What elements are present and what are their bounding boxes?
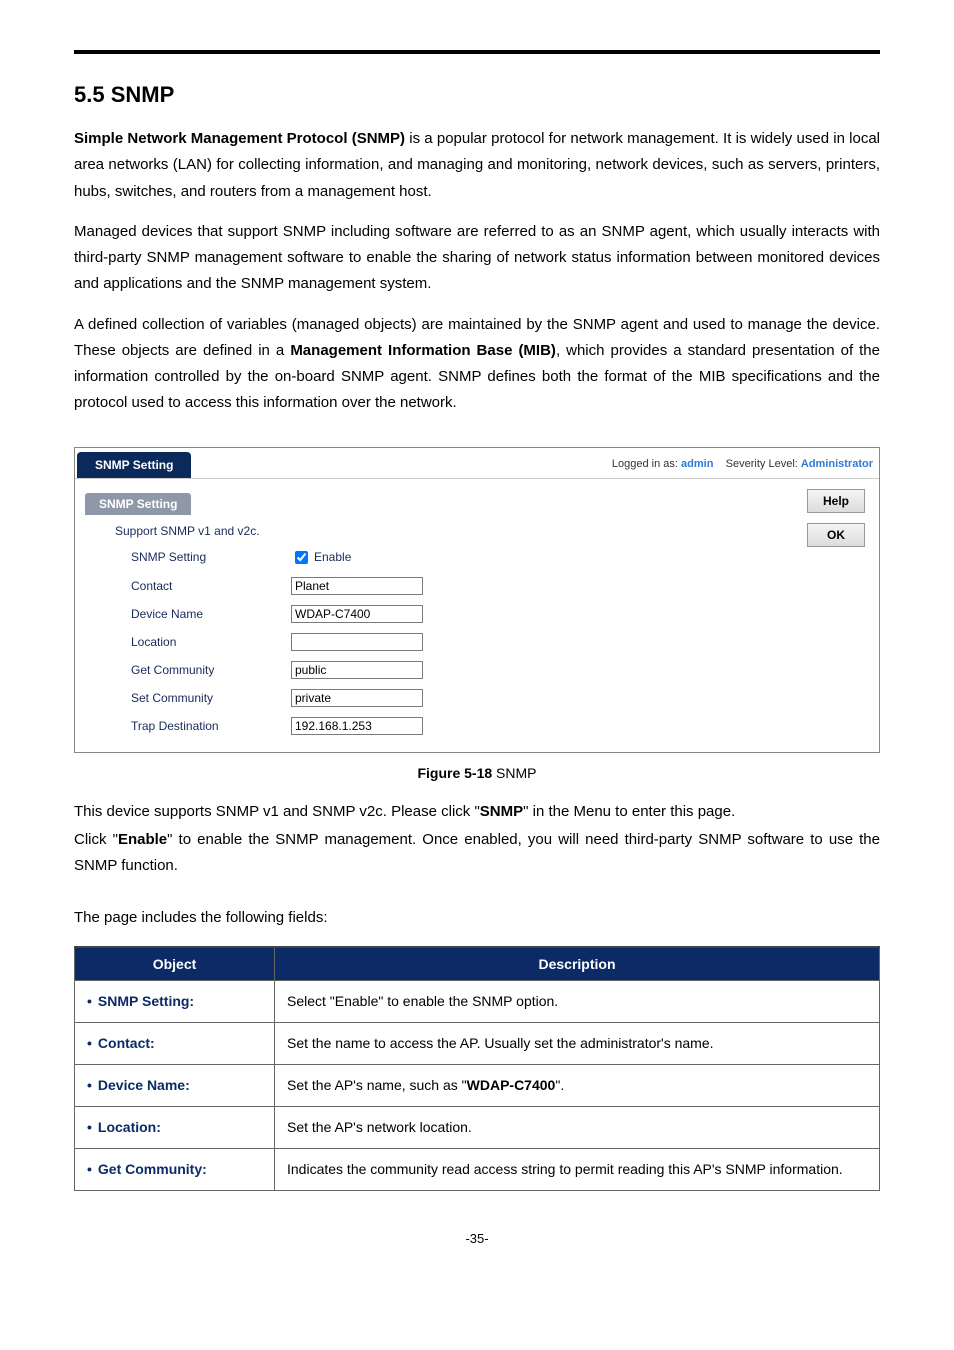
paragraph-2: Managed devices that support SNMP includ… <box>74 219 880 298</box>
get-community-input[interactable] <box>291 661 423 679</box>
set-community-label: Set Community <box>131 691 291 705</box>
post1-a: This device supports SNMP v1 and SNMP v2… <box>74 803 480 820</box>
obj-desc: Set the name to access the AP. Usually s… <box>275 1022 880 1064</box>
location-input[interactable] <box>291 633 423 651</box>
paragraph-1: Simple Network Management Protocol (SNMP… <box>74 126 880 205</box>
fields-table: Object Description •SNMP Setting: Select… <box>74 946 880 1191</box>
device-name-row: Device Name <box>85 600 869 628</box>
device-name-input[interactable] <box>291 605 423 623</box>
obj-desc: Set the AP's name, such as "WDAP-C7400". <box>275 1064 880 1106</box>
post1-b: " in the Menu to enter this page. <box>523 803 735 820</box>
support-note-row: Support SNMP v1 and v2c. <box>85 519 869 543</box>
help-button[interactable]: Help <box>807 489 865 513</box>
table-row: •Device Name: Set the AP's name, such as… <box>75 1064 880 1106</box>
snmp-screenshot: SNMP Setting Logged in as: admin Severit… <box>74 447 880 753</box>
post2-bold: Enable <box>118 831 167 848</box>
post-para-1: This device supports SNMP v1 and SNMP v2… <box>74 799 880 825</box>
severity-value: Administrator <box>801 458 873 470</box>
post2-a: Click " <box>74 831 118 848</box>
table-row: •Get Community: Indicates the community … <box>75 1148 880 1190</box>
figure-caption: Figure 5-18 SNMP <box>74 765 880 781</box>
section-heading: 5.5 SNMP <box>74 82 880 108</box>
snmp-setting-label: SNMP Setting <box>131 550 291 564</box>
page-number: -35- <box>74 1231 880 1246</box>
obj-label: SNMP Setting: <box>98 993 194 1009</box>
table-row: •Contact: Set the name to access the AP.… <box>75 1022 880 1064</box>
ok-button[interactable]: OK <box>807 523 865 547</box>
obj-label: Get Community: <box>98 1161 207 1177</box>
col-object: Object <box>75 947 275 981</box>
obj-label: Device Name: <box>98 1077 190 1093</box>
trap-input[interactable] <box>291 717 423 735</box>
paragraph-3: A defined collection of variables (manag… <box>74 312 880 417</box>
contact-row: Contact <box>85 572 869 600</box>
fields-intro: The page includes the following fields: <box>74 905 880 931</box>
obj-desc: Select "Enable" to enable the SNMP optio… <box>275 980 880 1022</box>
obj-label: Contact: <box>98 1035 155 1051</box>
severity-label: Severity Level: <box>726 458 801 470</box>
contact-input[interactable] <box>291 577 423 595</box>
logged-label: Logged in as: <box>612 458 681 470</box>
trap-label: Trap Destination <box>131 719 291 733</box>
section-tab: SNMP Setting <box>85 493 191 515</box>
post1-bold: SNMP <box>480 803 523 820</box>
shot-body: Help OK SNMP Setting Support SNMP v1 and… <box>75 479 879 752</box>
trap-row: Trap Destination <box>85 712 869 740</box>
support-note: Support SNMP v1 and v2c. <box>115 524 260 538</box>
para3-bold: Management Information Base (MIB) <box>290 342 556 359</box>
figure-caption-rest: SNMP <box>492 765 536 781</box>
post-para-2: Click "Enable" to enable the SNMP manage… <box>74 827 880 880</box>
set-community-input[interactable] <box>291 689 423 707</box>
obj-label: Location: <box>98 1119 161 1135</box>
logged-user: admin <box>681 458 713 470</box>
figure-caption-bold: Figure 5-18 <box>417 765 492 781</box>
set-community-row: Set Community <box>85 684 869 712</box>
obj-desc: Set the AP's network location. <box>275 1106 880 1148</box>
location-label: Location <box>131 635 291 649</box>
get-community-row: Get Community <box>85 656 869 684</box>
top-rule <box>74 50 880 54</box>
snmp-setting-row: SNMP Setting Enable <box>85 543 869 572</box>
side-buttons: Help OK <box>807 489 865 547</box>
device-name-label: Device Name <box>131 607 291 621</box>
enable-label: Enable <box>314 550 351 564</box>
col-description: Description <box>275 947 880 981</box>
obj-desc: Indicates the community read access stri… <box>275 1148 880 1190</box>
get-community-label: Get Community <box>131 663 291 677</box>
shot-status: Logged in as: admin Severity Level: Admi… <box>612 458 873 470</box>
contact-label: Contact <box>131 579 291 593</box>
table-row: •Location: Set the AP's network location… <box>75 1106 880 1148</box>
table-row: •SNMP Setting: Select "Enable" to enable… <box>75 980 880 1022</box>
post2-b: " to enable the SNMP management. Once en… <box>74 831 880 874</box>
para1-bold: Simple Network Management Protocol (SNMP… <box>74 130 405 147</box>
enable-checkbox[interactable] <box>295 551 308 564</box>
location-row: Location <box>85 628 869 656</box>
shot-header: SNMP Setting Logged in as: admin Severit… <box>75 448 879 479</box>
shot-title-tab: SNMP Setting <box>77 452 191 478</box>
